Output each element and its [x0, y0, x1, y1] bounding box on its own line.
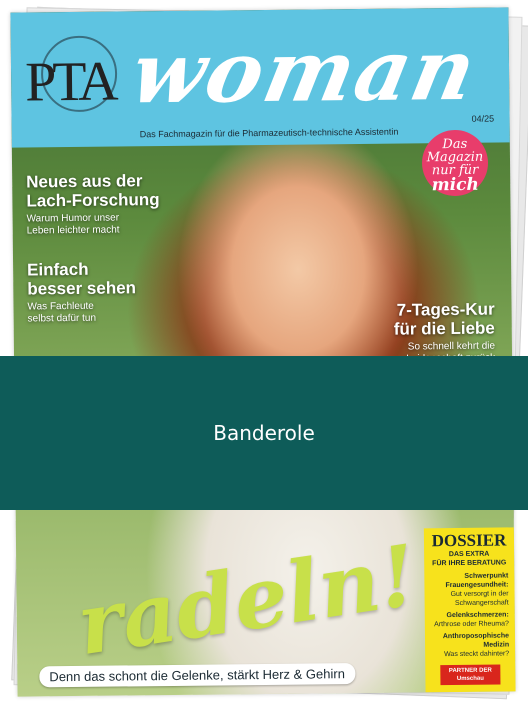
headline-title-line: Neues aus der — [26, 171, 143, 192]
headline-sub-line: selbst dafür tun — [27, 312, 97, 325]
dossier-item-head: Gelenkschmerzen: — [446, 611, 509, 620]
dossier-item: Schwerpunkt Frauengesundheit: Gut versor… — [430, 571, 508, 608]
badge-line-4: mich — [431, 174, 479, 196]
dossier-item-head: Schwerpunkt Frauengesundheit: — [445, 572, 509, 590]
dossier-item-text: Was steckt dahinter? — [444, 650, 510, 659]
dossier-subtitle-line: DAS EXTRA — [448, 550, 490, 559]
banderole-label: Banderole — [213, 421, 315, 445]
dossier-item-head: Anthroposophische Medizin — [442, 632, 510, 649]
headline-title-line: besser sehen — [27, 278, 137, 299]
headline-sub-line: So schnell kehrt die — [407, 340, 496, 353]
headline-sub-line: Leben leichter macht — [26, 224, 120, 237]
headline-title-line: für die Liebe — [393, 318, 495, 339]
masthead: PTA woman 04/25 Das Fachmagazin für die … — [10, 7, 510, 148]
headline-sub-line: Was Fachleute — [27, 300, 94, 313]
headline-vision: Einfach besser sehen Was Fachleute selbs… — [27, 259, 136, 325]
magazine-badge: Das Magazin nur für mich — [421, 129, 489, 197]
magazine-cover: PTA woman 04/25 Das Fachmagazin für die … — [10, 7, 516, 697]
banderole-band: Banderole — [0, 356, 528, 510]
dossier-item-text: Arthrose oder Rheuma? — [434, 620, 509, 629]
dossier-item: Anthroposophische Medizin Was steckt dah… — [431, 631, 509, 659]
partner-name: Umschau — [456, 675, 484, 682]
headline-title-line: Einfach — [27, 259, 89, 280]
pta-logo: PTA — [24, 50, 115, 114]
dossier-box: DOSSIER DAS EXTRA FÜR IHRE BERATUNG Schw… — [423, 527, 516, 693]
dossier-subtitle-line: FÜR IHRE BERATUNG — [432, 559, 507, 568]
tagline: Das Fachmagazin für die Pharmazeutisch-t… — [139, 126, 399, 140]
headline-title-line: 7-Tages-Kur — [396, 299, 495, 320]
dossier-item-text: Gut versorgt in der Schwangerschaft — [450, 590, 509, 608]
dossier-subtitle: DAS EXTRA FÜR IHRE BERATUNG — [430, 549, 508, 568]
headline-laughter: Neues aus der Lach-Forschung Warum Humor… — [26, 171, 160, 237]
issue-number: 04/25 — [471, 113, 495, 124]
cover-script-text: radeln! — [71, 525, 423, 675]
partner-badge: PARTNER DER Umschau — [440, 664, 501, 686]
dossier-title: DOSSIER — [431, 530, 507, 551]
dossier-item: Gelenkschmerzen: Arthrose oder Rheuma? — [431, 610, 509, 629]
headline-title-line: Lach-Forschung — [26, 190, 160, 211]
magazine-title: woman — [123, 19, 486, 123]
cover-caption: Denn das schont die Gelenke, stärkt Herz… — [39, 663, 356, 688]
partner-label: PARTNER DER — [448, 667, 492, 675]
